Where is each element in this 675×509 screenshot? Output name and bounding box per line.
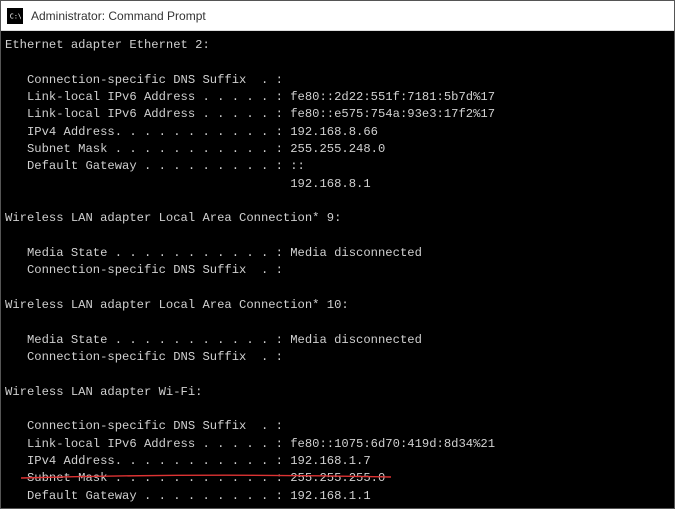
svg-text:C:\: C:\ xyxy=(10,12,21,20)
ipv4-highlight-underline xyxy=(21,474,391,480)
terminal-output[interactable]: Ethernet adapter Ethernet 2: Connection-… xyxy=(1,31,674,508)
titlebar[interactable]: C:\ Administrator: Command Prompt xyxy=(1,1,674,31)
cmd-icon: C:\ xyxy=(7,8,23,24)
window-title: Administrator: Command Prompt xyxy=(31,9,206,23)
cmd-window: C:\ Administrator: Command Prompt Ethern… xyxy=(0,0,675,509)
